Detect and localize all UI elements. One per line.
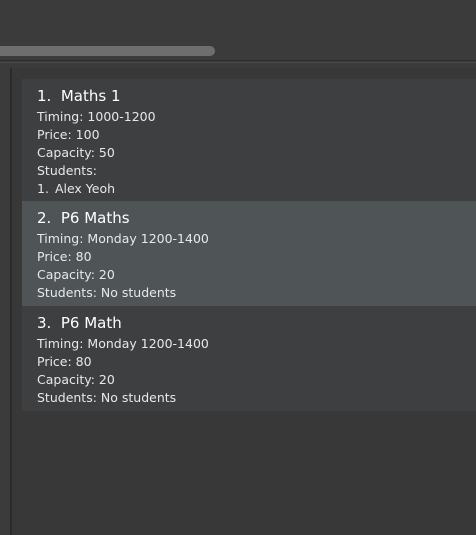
lesson-price: Price: 80: [37, 354, 92, 369]
lesson-timing: Timing: Monday 1200-1400: [37, 231, 209, 246]
lesson-index: 3.: [37, 314, 52, 332]
panel-divider-highlight: [0, 62, 476, 63]
lesson-name: Maths 1: [60, 87, 121, 105]
lesson-title: 2. P6 Maths: [37, 209, 476, 227]
lesson-name: P6 Maths: [60, 209, 130, 227]
lesson-card[interactable]: 3. P6 Math Timing: Monday 1200-1400 Pric…: [22, 306, 476, 411]
lesson-price: Price: 80: [37, 249, 92, 264]
lesson-students-label: Students: No students: [37, 390, 177, 405]
lesson-timing: Timing: 1000-1200: [37, 109, 156, 124]
lesson-title: 3. P6 Math: [37, 314, 476, 332]
lesson-list: 1. Maths 1 Timing: 1000-1200 Price: 100 …: [12, 68, 476, 535]
lesson-students-label: Students: No students: [37, 285, 177, 300]
lesson-timing: Timing: Monday 1200-1400: [37, 336, 209, 351]
student-number: 1.: [37, 181, 49, 196]
lesson-students-label: Students:: [37, 163, 97, 178]
lesson-name: P6 Math: [60, 314, 122, 332]
lesson-capacity: Capacity: 20: [37, 267, 115, 282]
lesson-card[interactable]: 2. P6 Maths Timing: Monday 1200-1400 Pri…: [22, 201, 476, 306]
lesson-capacity: Capacity: 50: [37, 145, 115, 160]
lesson-card[interactable]: 1. Maths 1 Timing: 1000-1200 Price: 100 …: [22, 79, 476, 201]
horizontal-scrollbar-thumb[interactable]: [0, 46, 215, 56]
panel-divider: [0, 60, 476, 61]
lesson-index: 2.: [37, 209, 52, 227]
lesson-capacity: Capacity: 20: [37, 372, 115, 387]
student-name: Alex Yeoh: [54, 181, 116, 196]
student-list-item: 1. Alex Yeoh: [37, 180, 476, 198]
lesson-index: 1.: [37, 87, 52, 105]
lesson-price: Price: 100: [37, 127, 100, 142]
lesson-title: 1. Maths 1: [37, 87, 476, 105]
